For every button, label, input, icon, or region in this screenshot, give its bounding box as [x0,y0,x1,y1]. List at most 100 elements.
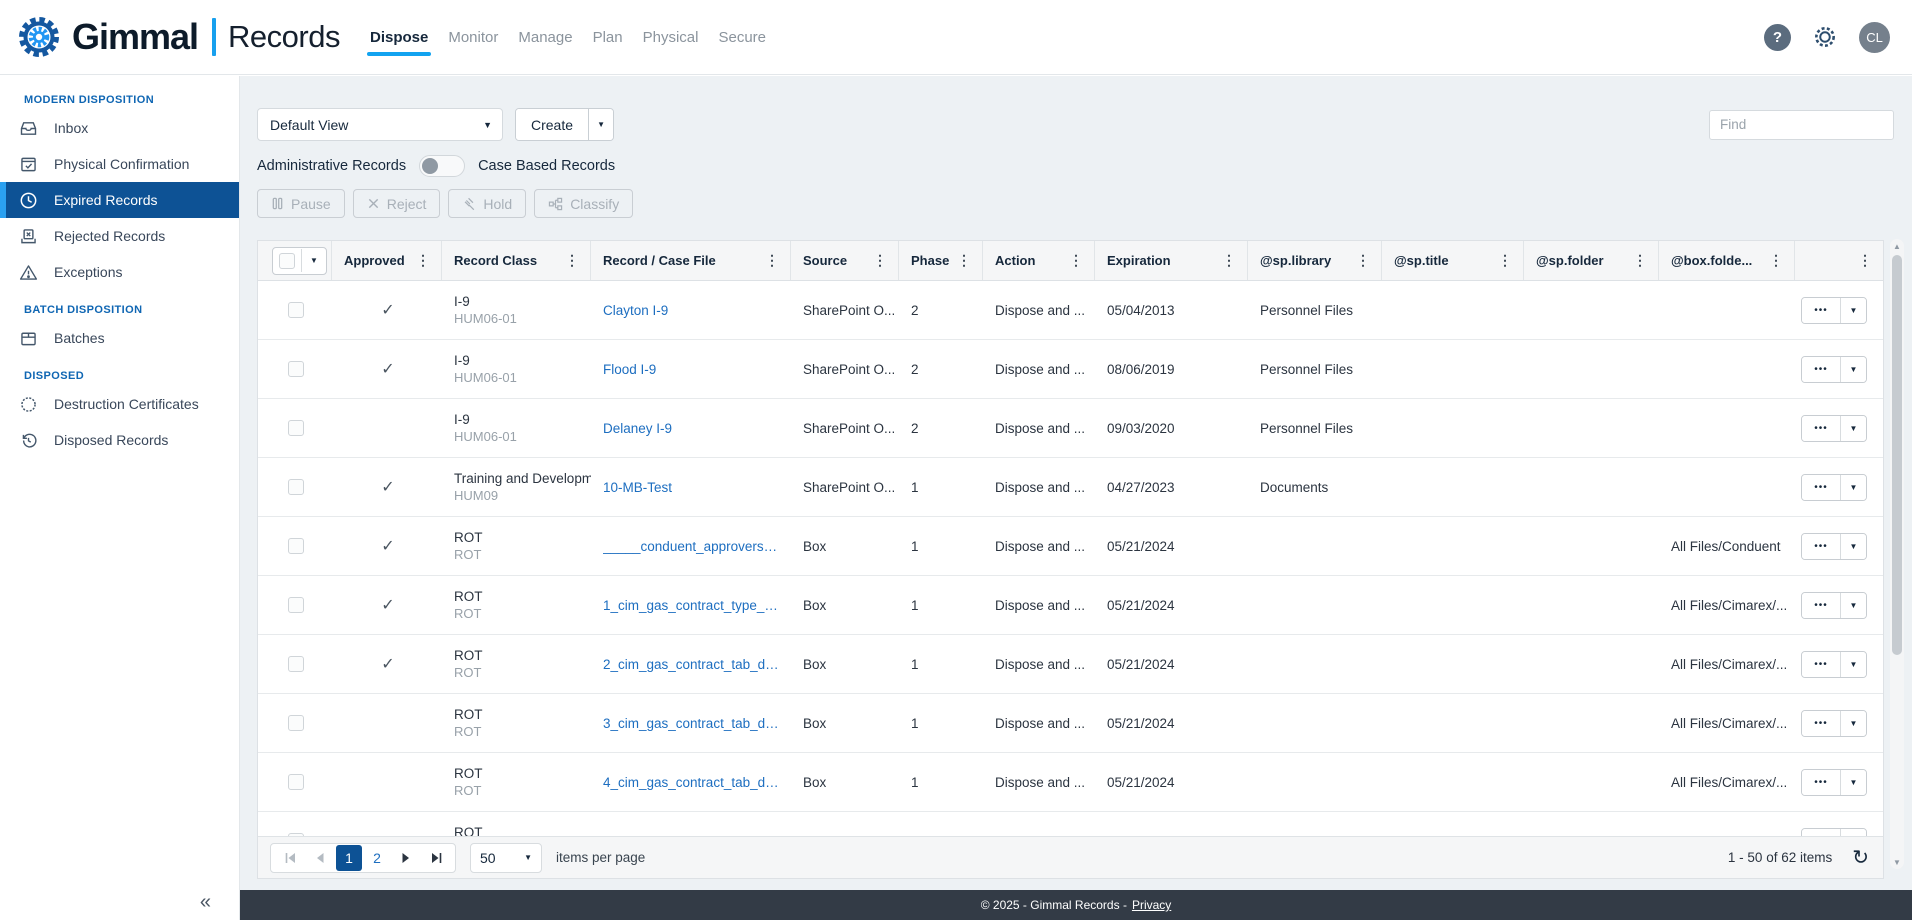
record-class-code: HUM06-01 [454,369,517,386]
row-dropdown-button[interactable]: ▼ [1840,593,1866,618]
row-checkbox[interactable] [288,597,304,613]
select-all-checkbox[interactable] [279,253,295,269]
sidebar-item-physical-confirmation[interactable]: Physical Confirmation [0,146,239,182]
grid-header-row: ▼ Approved⋮ Record Class⋮ Record / Case … [258,241,1883,281]
page-2-button[interactable]: 2 [364,845,390,871]
row-dropdown-button[interactable]: ▼ [1840,416,1866,441]
nav-tab-dispose[interactable]: Dispose [367,23,431,52]
record-class: ROT [454,824,483,836]
chevron-down-icon[interactable]: ▼ [301,249,326,272]
row-dropdown-button[interactable]: ▼ [1840,357,1866,382]
row-checkbox[interactable] [288,302,304,318]
column-menu-icon[interactable]: ⋮ [1066,252,1086,269]
sidebar-item-disposed-records[interactable]: Disposed Records [0,422,239,458]
find-input[interactable] [1709,110,1894,140]
row-dropdown-button[interactable]: ▼ [1840,770,1866,795]
column-menu-icon[interactable]: ⋮ [1495,252,1515,269]
help-icon[interactable]: ? [1764,24,1791,51]
row-checkbox[interactable] [288,833,304,836]
next-page-button[interactable] [391,844,421,872]
record-link[interactable]: 4_cim_gas_contract_tab_dis... [603,775,781,790]
record-link[interactable]: Flood I-9 [603,362,656,377]
row-more-button[interactable]: ••• [1802,829,1840,837]
row-dropdown-button[interactable]: ▼ [1840,711,1866,736]
view-select[interactable]: Default View ▼ [257,108,503,141]
row-checkbox[interactable] [288,361,304,377]
record-link[interactable]: 2_cim_gas_contract_tab_dis... [603,657,781,672]
record-link[interactable]: 3_cim_gas_contract_tab_dis... [603,716,781,731]
sidebar-item-expired-records[interactable]: Expired Records [0,182,239,218]
previous-page-button[interactable] [305,844,335,872]
row-more-button[interactable]: ••• [1802,711,1840,736]
refresh-icon[interactable]: ↻ [1852,848,1869,868]
row-more-button[interactable]: ••• [1802,534,1840,559]
row-checkbox[interactable] [288,656,304,672]
column-menu-icon[interactable]: ⋮ [1219,252,1239,269]
row-checkbox[interactable] [288,420,304,436]
column-menu-icon[interactable]: ⋮ [762,252,782,269]
settings-gear-icon[interactable] [1812,24,1838,50]
col-label: Record Class [454,253,537,268]
row-more-button[interactable]: ••• [1802,475,1840,500]
sidebar-item-batches[interactable]: Batches [0,320,239,356]
sidebar-collapse-button[interactable]: « [200,891,211,914]
column-menu-icon[interactable]: ⋮ [1855,252,1875,269]
row-more-button[interactable]: ••• [1802,593,1840,618]
column-menu-icon[interactable]: ⋮ [562,252,582,269]
scroll-up-icon[interactable]: ▲ [1890,239,1904,253]
sidebar-item-rejected-records[interactable]: Rejected Records [0,218,239,254]
column-menu-icon[interactable]: ⋮ [1766,252,1786,269]
nav-tab-physical[interactable]: Physical [640,23,702,52]
row-more-button[interactable]: ••• [1802,652,1840,677]
scroll-down-icon[interactable]: ▼ [1890,855,1904,869]
row-dropdown-button[interactable]: ▼ [1840,475,1866,500]
col-header-row-actions: ⋮ [1795,241,1883,280]
avatar[interactable]: CL [1859,22,1890,53]
last-page-button[interactable] [421,844,451,872]
record-link[interactable]: _____conduent_approvers_... [603,539,781,554]
nav-tab-manage[interactable]: Manage [515,23,575,52]
row-checkbox[interactable] [288,479,304,495]
sidebar-item-destruction-certificates[interactable]: Destruction Certificates [0,386,239,422]
row-checkbox[interactable] [288,538,304,554]
privacy-link[interactable]: Privacy [1132,898,1171,912]
records-type-toggle[interactable] [419,155,465,177]
hold-button[interactable]: Hold [448,189,526,218]
row-more-button[interactable]: ••• [1802,298,1840,323]
record-link[interactable]: 1_cim_gas_contract_type_cr... [603,598,781,613]
row-dropdown-button[interactable]: ▼ [1840,652,1866,677]
page-size-select[interactable]: 50 ▼ [470,843,542,873]
nav-tab-secure[interactable]: Secure [715,23,769,52]
row-more-button[interactable]: ••• [1802,357,1840,382]
record-link[interactable]: 10-MB-Test [603,480,672,495]
select-all-widget[interactable]: ▼ [272,247,327,275]
phase-cell: 1 [899,517,983,575]
pause-button[interactable]: Pause [257,189,345,218]
create-dropdown-button[interactable]: ▼ [588,109,613,140]
scrollbar-thumb[interactable] [1892,255,1902,655]
record-link[interactable]: Clayton I-9 [603,303,668,318]
reject-button[interactable]: Reject [353,189,441,218]
column-menu-icon[interactable]: ⋮ [413,252,433,269]
row-dropdown-button[interactable]: ▼ [1840,298,1866,323]
nav-tab-plan[interactable]: Plan [590,23,626,52]
sidebar-item-inbox[interactable]: Inbox [0,110,239,146]
create-button[interactable]: Create [516,109,588,140]
row-checkbox[interactable] [288,774,304,790]
first-page-button[interactable] [275,844,305,872]
record-link[interactable]: Delaney I-9 [603,421,672,436]
row-more-button[interactable]: ••• [1802,770,1840,795]
page-1-button[interactable]: 1 [336,845,362,871]
row-checkbox[interactable] [288,715,304,731]
row-more-button[interactable]: ••• [1802,416,1840,441]
column-menu-icon[interactable]: ⋮ [954,252,974,269]
classify-button[interactable]: Classify [534,189,633,218]
column-menu-icon[interactable]: ⋮ [1630,252,1650,269]
row-dropdown-button[interactable]: ▼ [1840,829,1866,837]
row-dropdown-button[interactable]: ▼ [1840,534,1866,559]
nav-tab-monitor[interactable]: Monitor [445,23,501,52]
column-menu-icon[interactable]: ⋮ [870,252,890,269]
sidebar-item-exceptions[interactable]: Exceptions [0,254,239,290]
vertical-scrollbar[interactable]: ▲ ▼ [1890,239,1904,869]
column-menu-icon[interactable]: ⋮ [1353,252,1373,269]
